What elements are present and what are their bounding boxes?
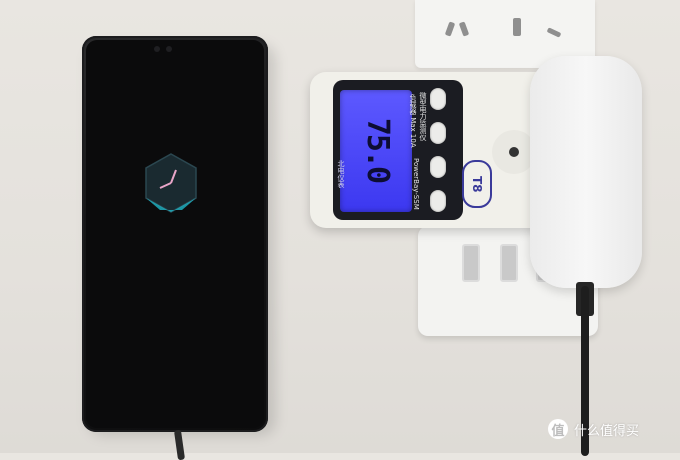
front-camera: [154, 46, 160, 52]
outlet-pin: [509, 147, 519, 157]
front-sensor: [166, 46, 172, 52]
model-badge-text: T8: [470, 175, 484, 193]
socket-hole: [458, 21, 470, 37]
meter-button-1[interactable]: [430, 88, 446, 110]
usb-port: [500, 244, 518, 282]
product-label: 微型电力监测仪: [419, 92, 427, 141]
usb-charger: [530, 56, 642, 288]
usb-port: [462, 244, 480, 282]
socket-hole: [444, 21, 456, 37]
socket-hole: [513, 18, 521, 36]
rating-label: 负载器 Max 10A: [409, 94, 417, 148]
watermark-text: 什么值得买: [574, 423, 640, 439]
model-line: PowerBay-SSM: [412, 158, 420, 210]
meter-button-4[interactable]: [430, 190, 446, 212]
lcd-reading: 75.0: [360, 117, 396, 183]
meter-button-2[interactable]: [430, 122, 446, 144]
brand-label: 北电仪表: [337, 160, 345, 188]
charging-clock-icon: [145, 153, 197, 213]
watermark-logo-icon: 值: [548, 419, 568, 439]
model-badge: T8: [462, 160, 492, 208]
watermark: 值 什么值得买: [548, 418, 639, 440]
phone-screen: [86, 40, 264, 428]
socket-hole: [546, 27, 562, 38]
meter-button-3[interactable]: [430, 156, 446, 178]
